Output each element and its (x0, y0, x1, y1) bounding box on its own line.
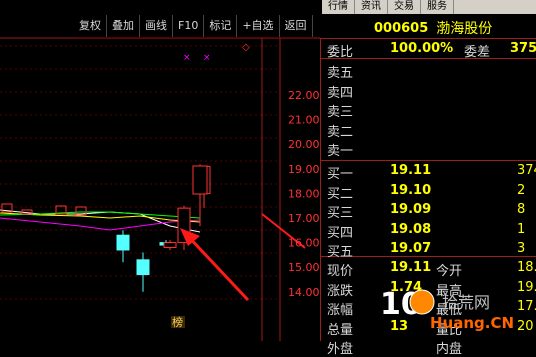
sell-level-row: 卖二 (324, 121, 536, 140)
chart-toolbar: 复权 叠加 画线 F10 标记 +自选 返回 (74, 15, 313, 38)
watermark-logo: 10 拾荒网 Huang.CN (380, 287, 514, 332)
y-tick-label: 21.00 (288, 114, 320, 127)
add-watchlist-button[interactable]: +自选 (237, 15, 280, 37)
fuquan-button[interactable]: 复权 (74, 15, 107, 37)
y-tick-label: 14.00 (288, 286, 320, 299)
overlay-button[interactable]: 叠加 (107, 15, 140, 37)
sell-level-row: 卖三 (324, 101, 536, 120)
candle-body (136, 259, 150, 276)
bottom-tag: 榜 (172, 315, 183, 329)
stock-code: 000605 (374, 20, 429, 36)
quote-label: 总量 (327, 322, 354, 338)
buy-volume: 3 (517, 241, 526, 257)
top-menu: 行情 资讯 交易 服务 (322, 0, 536, 14)
candle-body (116, 234, 130, 251)
sell-label: 卖五 (327, 66, 354, 81)
y-tick-label: 19.00 (288, 163, 320, 176)
watermark-line2: Huang.CN (430, 314, 514, 332)
buy-volume: 2 (517, 182, 526, 198)
buy-label: 买五 (327, 245, 354, 261)
draw-line-button[interactable]: 画线 (140, 15, 173, 37)
y-tick-label: 17.00 (288, 212, 320, 225)
menu-service[interactable]: 服务 (421, 0, 454, 14)
kline-chart[interactable]: 22.00 21.00 20.00 19.00 18.00 17.00 16.00 15.00… (0, 0, 463, 341)
stock-name: 渤海股份 (436, 21, 493, 37)
stock-title: 000605 渤海股份 (322, 18, 536, 38)
weibi-row: 委比 100.00% 委差 3751 (324, 41, 536, 60)
sell-level-row: 卖四 (324, 82, 536, 101)
y-tick-label: 16.00 (288, 237, 320, 250)
quote-label: 涨幅 (327, 303, 354, 319)
quote-label2: 今开 (436, 264, 463, 279)
buy-level-row: 买二 19.10 2 (324, 183, 536, 202)
y-tick-label: 20.00 (288, 138, 320, 151)
sell-label: 卖四 (327, 85, 354, 101)
marker-x: × (183, 53, 191, 63)
annotation-arrow (183, 231, 250, 302)
menu-quote[interactable]: 行情 (322, 0, 355, 14)
quote-label: 外盘 (327, 342, 354, 357)
buy-level-row: 买三 19.09 8 (324, 202, 536, 221)
watermark-line1: 拾荒网 (442, 293, 490, 312)
buy-price: 19.07 (390, 241, 432, 257)
menu-news[interactable]: 资讯 (355, 0, 388, 14)
weibi-label: 委比 (327, 45, 354, 60)
quote-label: 现价 (327, 264, 354, 279)
marker-x: × (203, 53, 211, 63)
buy-volume: 3740 (517, 163, 536, 178)
buy-level-row: 买五 19.07 3 (324, 241, 536, 260)
buy-price: 19.10 (390, 182, 432, 198)
buy-price: 19.11 (390, 163, 432, 178)
candle-body (163, 242, 177, 249)
weicha-label: 委差 (464, 45, 491, 60)
buy-label: 买一 (327, 167, 354, 182)
sell-level-row: 卖五 (324, 62, 536, 81)
quote-row: 外盘 内盘 (324, 338, 536, 357)
sell-label: 卖二 (327, 124, 354, 140)
weicha-value: 3751 (510, 41, 536, 56)
weibi-value: 100.00% (390, 41, 454, 56)
sell-label: 卖一 (327, 144, 354, 160)
quote-label2: 内盘 (436, 342, 463, 357)
buy-label: 买二 (327, 186, 354, 202)
quote-label: 涨跌 (327, 283, 354, 299)
diamond-marker: ◇ (242, 42, 250, 53)
buy-level-row: 买一 19.11 3740 (324, 163, 536, 182)
f10-button[interactable]: F10 (173, 15, 205, 37)
buy-volume: 8 (517, 202, 526, 218)
buy-volume: 1 (517, 221, 526, 237)
candle-body (192, 165, 208, 195)
y-tick-label: 18.00 (288, 187, 320, 200)
buy-price: 19.09 (390, 202, 432, 218)
buy-label: 买三 (327, 206, 354, 222)
quote-value2: 18.0 (517, 260, 536, 275)
y-tick-label: 22.00 (288, 89, 320, 102)
buy-level-row: 买四 19.08 1 (324, 222, 536, 241)
sell-label: 卖三 (327, 105, 354, 121)
sell-level-row: 卖一 (324, 140, 536, 159)
buy-label: 买四 (327, 225, 354, 241)
buy-price: 19.08 (390, 221, 432, 237)
back-button[interactable]: 返回 (280, 15, 313, 37)
watermark-circle (409, 289, 435, 315)
quote-row: 现价19.11今开18.0 (324, 260, 536, 279)
menu-trade[interactable]: 交易 (388, 0, 421, 14)
y-tick-label: 15.00 (288, 261, 320, 274)
mark-button[interactable]: 标记 (204, 15, 238, 37)
kline-svg: 22.00 21.00 20.00 19.00 18.00 17.00 16.00 15.00… (0, 37, 463, 341)
